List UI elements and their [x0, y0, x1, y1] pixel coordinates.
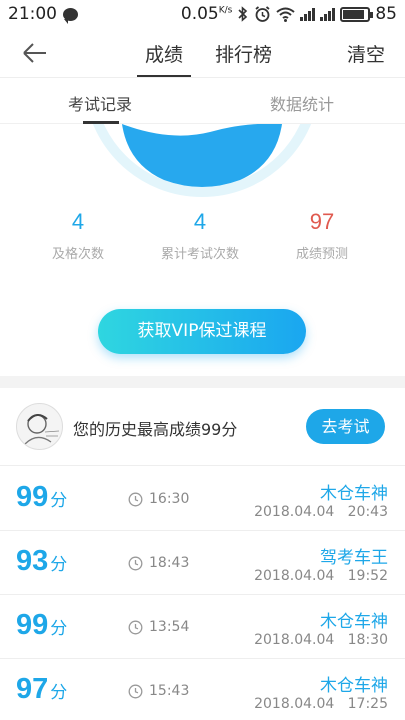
stat-total-exams: 4 累计考试次数 — [140, 209, 260, 262]
record-score: 99 分 — [16, 609, 67, 642]
status-time: 21:00 — [8, 4, 57, 24]
network-speed-value: 0.05 — [180, 4, 219, 24]
record-user: 驾考车王 — [320, 548, 388, 568]
record-datetime: 2018.04.04 19:52 — [254, 568, 388, 584]
score-unit: 分 — [50, 683, 68, 703]
wifi-icon — [276, 7, 295, 22]
stat-value: 97 — [309, 209, 335, 234]
record-score: 99 分 — [16, 481, 67, 514]
stat-value: 4 — [71, 209, 85, 234]
record-user: 木仓车神 — [320, 676, 388, 696]
tab-active-indicator — [137, 75, 191, 77]
gauge-wave-graphic — [92, 124, 312, 197]
record-row[interactable]: 93 分 18:43 驾考车王 2018.04.04 19:52 — [0, 531, 405, 595]
stat-value: 4 — [193, 209, 207, 234]
network-speed-unit: K/s — [218, 5, 233, 16]
record-duration: 13:54 — [149, 619, 190, 635]
back-arrow-icon — [23, 43, 46, 63]
clock-icon — [128, 684, 143, 699]
sub-tabs: 考试记录 数据统计 — [0, 79, 405, 124]
score-value: 99 — [16, 481, 49, 513]
avatar[interactable] — [16, 403, 63, 450]
record-date: 2018.04.04 — [254, 632, 335, 648]
alarm-icon — [255, 5, 270, 22]
record-duration: 16:30 — [149, 491, 190, 507]
back-button[interactable] — [20, 38, 50, 68]
record-row[interactable]: 99 分 13:54 木仓车神 2018.04.04 18:30 — [0, 595, 405, 659]
record-datetime: 2018.04.04 20:43 — [254, 504, 388, 520]
score-unit: 分 — [50, 491, 68, 511]
clear-button[interactable]: 清空 — [347, 40, 385, 67]
record-time: 18:30 — [347, 632, 388, 648]
clock-icon — [128, 556, 143, 571]
score-value: 99 — [16, 609, 49, 641]
vip-course-button[interactable]: 获取VIP保过课程 — [98, 309, 306, 354]
clock-icon — [128, 492, 143, 507]
record-row[interactable]: 99 分 16:30 木仓车神 2018.04.04 20:43 — [0, 467, 405, 531]
avatar-sketch-icon — [24, 414, 60, 445]
record-time: 17:25 — [347, 696, 388, 712]
tab-data-stats[interactable]: 数据统计 — [270, 91, 334, 115]
record-row[interactable]: 97 分 15:43 木仓车神 2018.04.04 17:25 — [0, 659, 405, 720]
section-divider — [0, 376, 405, 388]
status-icons: 0.05K/s 85 — [181, 4, 397, 24]
score-gauge — [0, 124, 405, 204]
battery-level: 85 — [375, 4, 397, 24]
clock-icon — [128, 620, 143, 635]
score-unit: 分 — [50, 555, 68, 575]
signal-icon-1 — [300, 7, 316, 21]
record-time: 19:52 — [347, 568, 388, 584]
stat-label: 累计考试次数 — [160, 247, 239, 262]
record-user: 木仓车神 — [320, 484, 388, 504]
stat-label: 成绩预测 — [295, 247, 348, 262]
record-datetime: 2018.04.04 18:30 — [254, 632, 388, 648]
battery-icon — [340, 6, 374, 22]
status-bar: 21:00 0.05K/s 85 — [0, 0, 405, 28]
record-duration: 15:43 — [149, 683, 190, 699]
message-icon — [63, 7, 78, 24]
record-datetime: 2018.04.04 17:25 — [254, 696, 388, 712]
top-nav: 成绩 排行榜 清空 — [0, 28, 405, 78]
record-date: 2018.04.04 — [254, 568, 335, 584]
record-time: 20:43 — [347, 504, 388, 520]
bluetooth-icon — [238, 6, 248, 22]
network-speed: 0.05K/s — [181, 4, 232, 24]
stat-pass-count: 4 及格次数 — [18, 209, 138, 262]
tab-exam-records[interactable]: 考试记录 — [68, 91, 132, 115]
go-exam-button[interactable]: 去考试 — [306, 409, 385, 444]
record-user: 木仓车神 — [320, 612, 388, 632]
score-value: 97 — [16, 673, 49, 705]
score-value: 93 — [16, 545, 49, 577]
record-date: 2018.04.04 — [254, 696, 335, 712]
stat-score-prediction: 97 成绩预测 — [262, 209, 382, 262]
tab-score[interactable]: 成绩 — [145, 40, 183, 67]
best-score-row: 您的历史最高成绩99分 去考试 — [0, 388, 405, 466]
signal-icon-2 — [320, 7, 336, 21]
record-score: 93 分 — [16, 545, 67, 578]
score-unit: 分 — [50, 619, 68, 639]
tab-ranking[interactable]: 排行榜 — [215, 40, 272, 67]
stat-label: 及格次数 — [51, 247, 104, 262]
best-score-text: 您的历史最高成绩99分 — [73, 420, 238, 439]
record-duration: 18:43 — [149, 555, 190, 571]
record-date: 2018.04.04 — [254, 504, 335, 520]
record-score: 97 分 — [16, 673, 67, 706]
